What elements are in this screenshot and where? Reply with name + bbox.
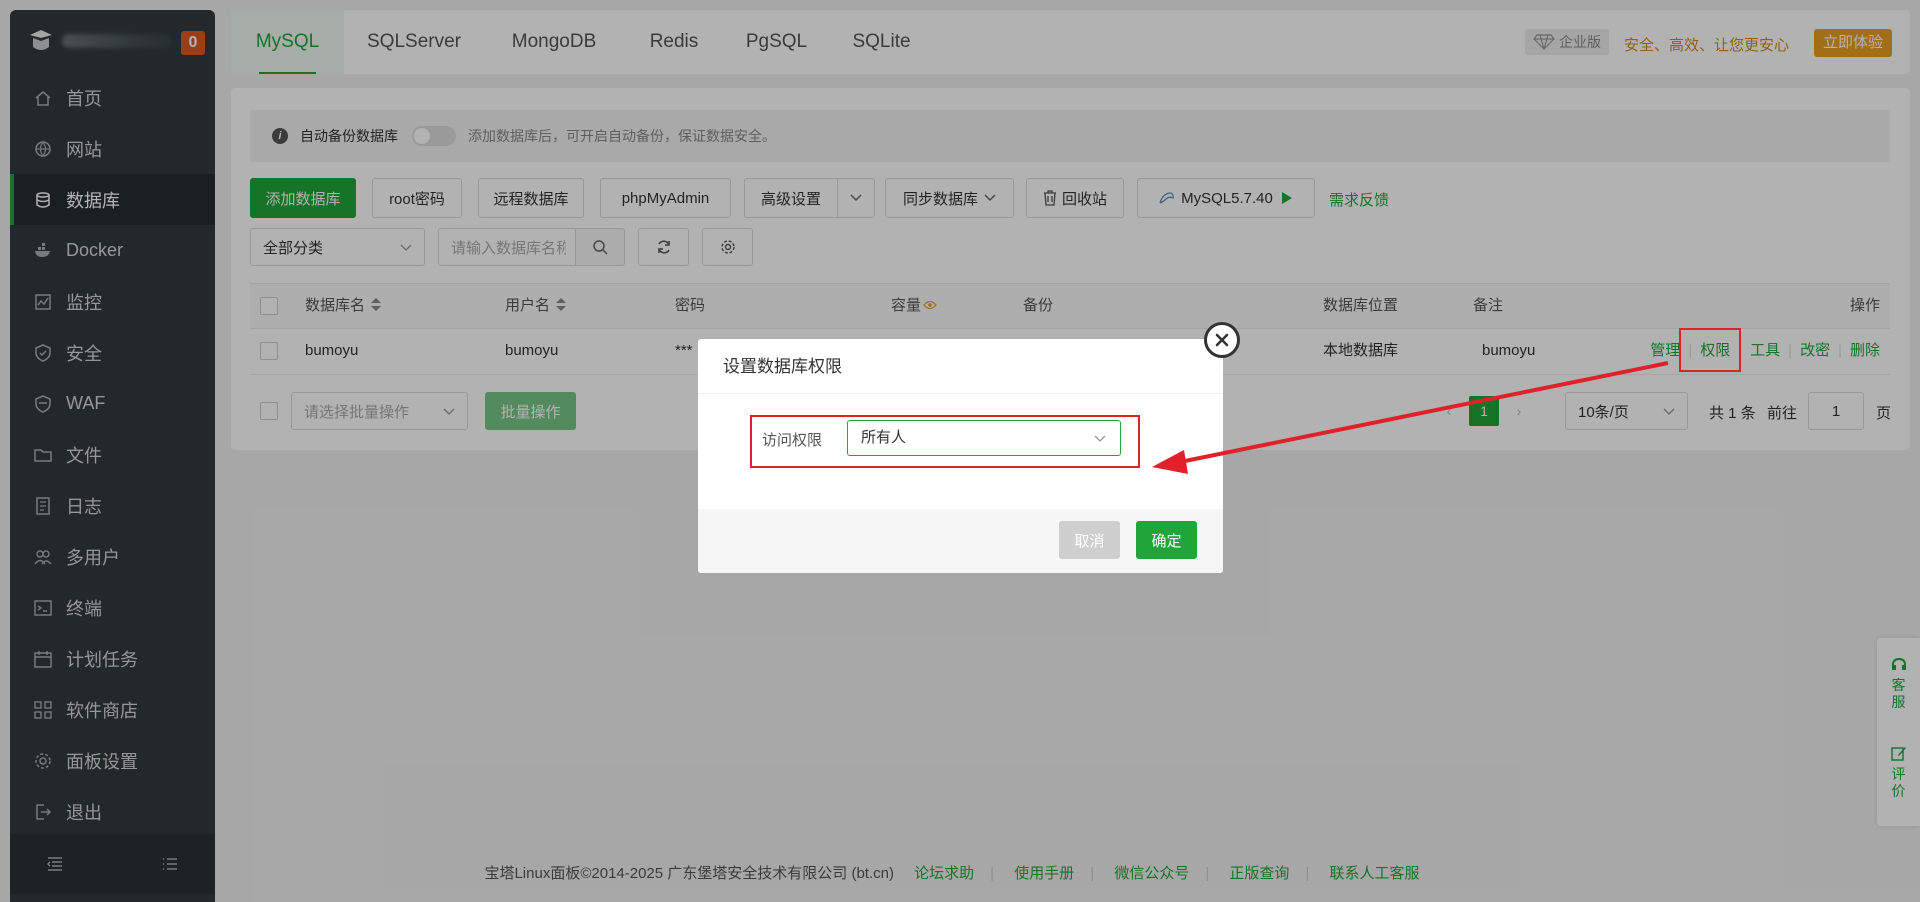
annotation-arrow	[1152, 361, 1669, 474]
